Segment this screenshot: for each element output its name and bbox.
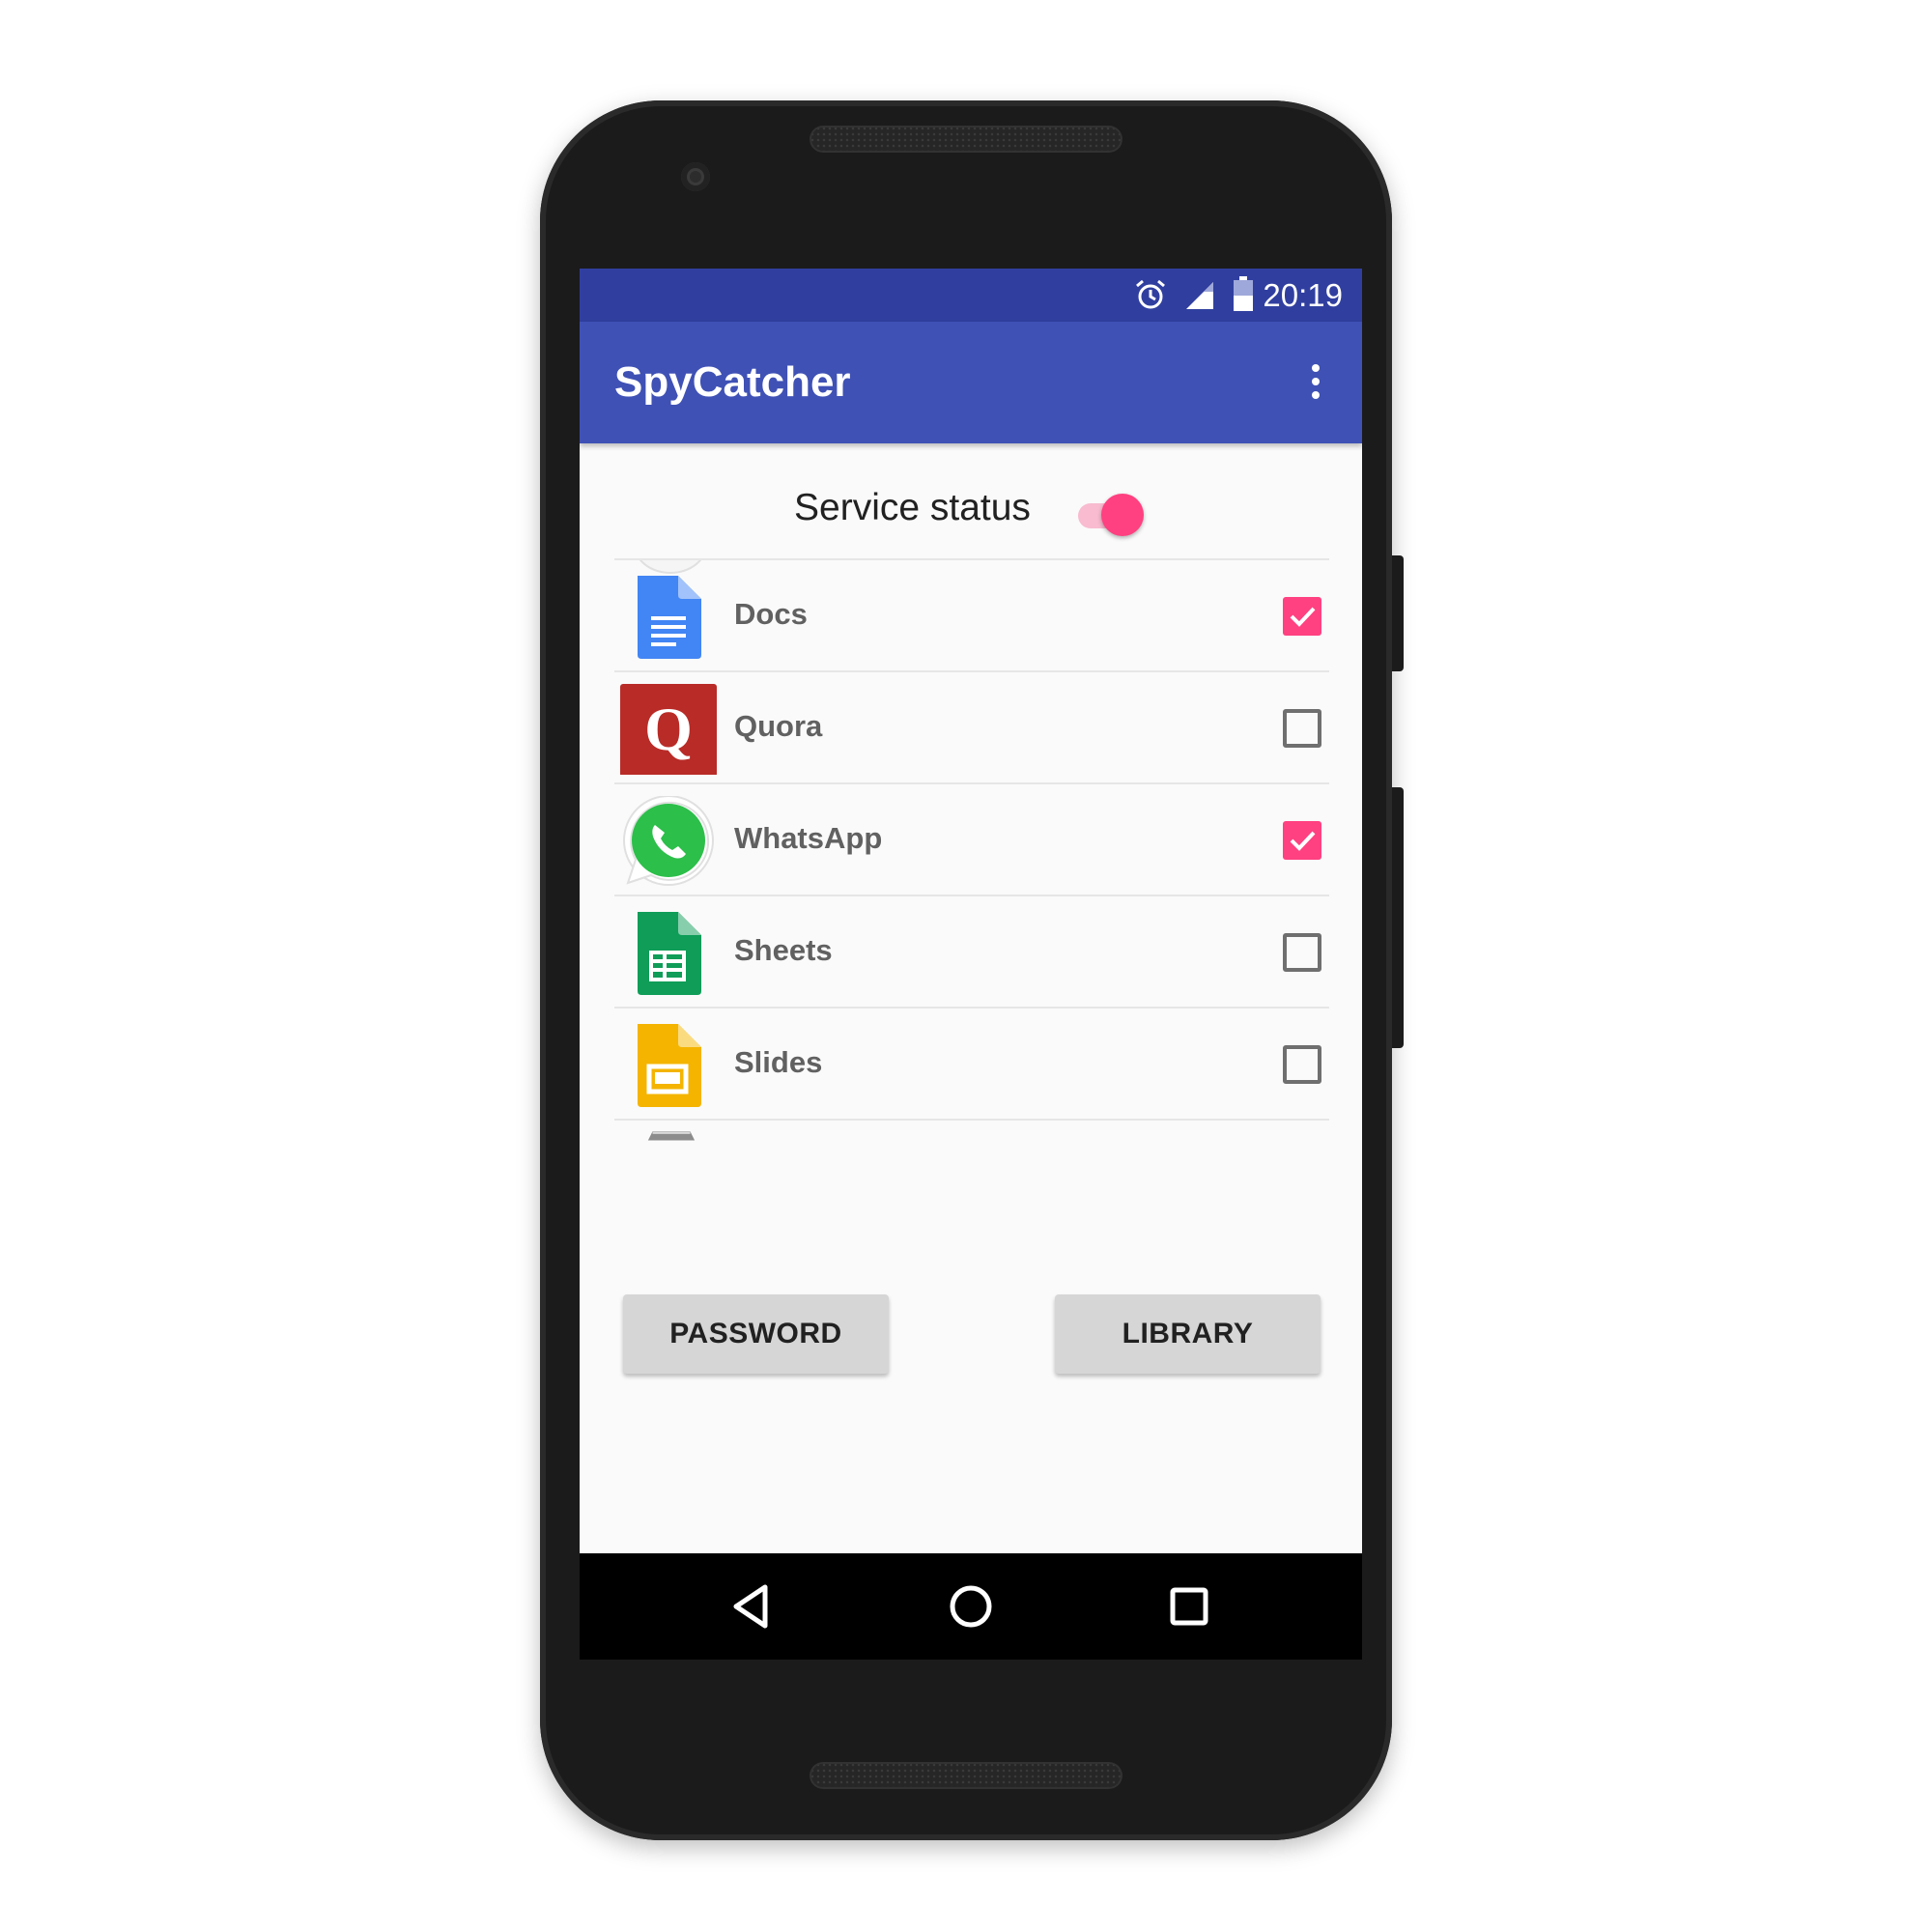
library-button[interactable]: LIBRARY <box>1055 1294 1321 1374</box>
app-bar: SpyCatcher <box>580 322 1362 443</box>
svg-text:Q: Q <box>644 695 693 763</box>
switch-thumb <box>1101 494 1144 536</box>
app-title: SpyCatcher <box>614 358 851 406</box>
list-item-partial <box>614 1119 1329 1177</box>
app-label: Quora <box>734 709 823 743</box>
app-list[interactable]: Docs Q Quora WhatsApp Sheets Slides <box>614 558 1329 1177</box>
power-button <box>1392 555 1404 671</box>
list-item-whatsapp[interactable]: WhatsApp <box>614 782 1329 895</box>
alarm-icon <box>1134 278 1167 316</box>
slides-icon <box>620 1020 717 1111</box>
sheets-icon <box>620 908 717 999</box>
list-item-quora[interactable]: Q Quora <box>614 670 1329 782</box>
volume-button <box>1392 787 1404 1048</box>
password-button[interactable]: PASSWORD <box>623 1294 889 1374</box>
top-speaker <box>810 126 1122 153</box>
whatsapp-icon <box>620 795 717 887</box>
home-icon[interactable] <box>944 1582 998 1631</box>
signal-icon <box>1184 280 1215 314</box>
sheets-checkbox[interactable] <box>1283 933 1321 972</box>
phone-frame: 20:19 SpyCatcher Service status Docs Q Q… <box>540 100 1392 1840</box>
service-status-row: Service status <box>580 443 1362 559</box>
battery-icon <box>1233 276 1254 316</box>
app-label: Slides <box>734 1045 823 1079</box>
app-label: WhatsApp <box>734 821 883 855</box>
list-item-slides[interactable]: Slides <box>614 1007 1329 1119</box>
quora-icon: Q <box>620 684 717 777</box>
recents-icon[interactable] <box>1161 1582 1215 1631</box>
partial-app-icon <box>647 1131 696 1141</box>
screen: 20:19 SpyCatcher Service status Docs Q Q… <box>580 269 1362 1660</box>
quora-checkbox[interactable] <box>1283 709 1321 748</box>
status-bar: 20:19 <box>580 269 1362 322</box>
app-label: Sheets <box>734 933 833 967</box>
service-status-label: Service status <box>794 487 1031 528</box>
app-label: Docs <box>734 597 808 631</box>
status-time: 20:19 <box>1263 277 1343 313</box>
list-item-sheets[interactable]: Sheets <box>614 895 1329 1007</box>
overflow-menu-icon[interactable] <box>1306 364 1325 407</box>
docs-icon <box>620 572 717 663</box>
navigation-bar <box>580 1553 1362 1660</box>
back-icon[interactable] <box>726 1582 781 1631</box>
whatsapp-checkbox[interactable] <box>1283 821 1321 860</box>
docs-checkbox[interactable] <box>1283 597 1321 636</box>
slides-checkbox[interactable] <box>1283 1045 1321 1084</box>
list-item-docs[interactable]: Docs <box>614 558 1329 670</box>
service-status-switch[interactable] <box>1074 488 1146 538</box>
bottom-speaker <box>810 1762 1122 1789</box>
front-camera <box>681 162 710 191</box>
